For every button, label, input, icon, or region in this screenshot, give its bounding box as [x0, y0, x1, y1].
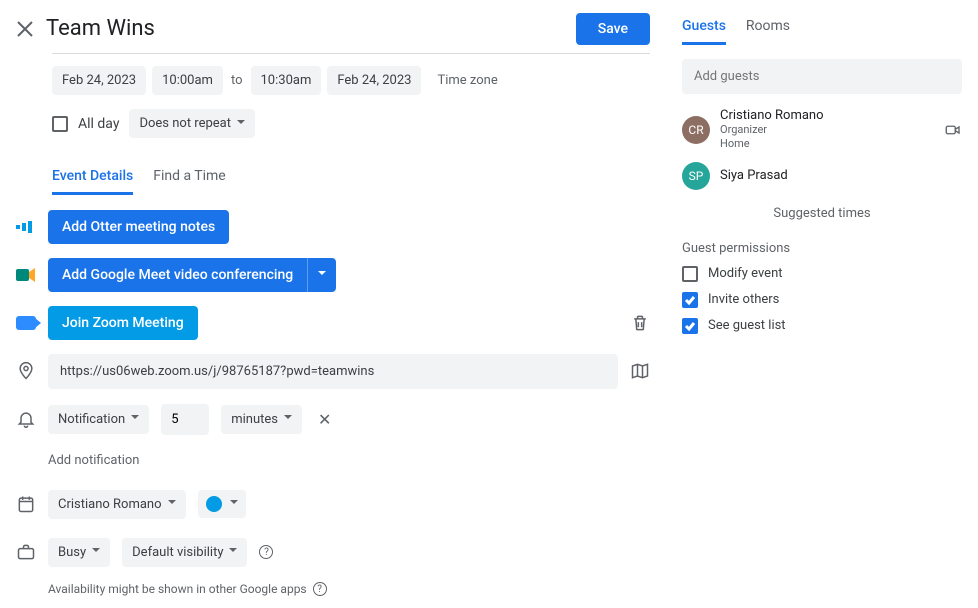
guest-row[interactable]: CR Cristiano Romano Organizer Home — [682, 108, 962, 152]
notification-value-input[interactable] — [161, 404, 209, 435]
end-time-picker[interactable]: 10:30am — [251, 66, 322, 95]
delete-zoom-icon[interactable] — [630, 313, 650, 333]
map-icon[interactable] — [630, 361, 650, 381]
location-icon — [16, 361, 36, 381]
invite-others-checkbox[interactable] — [682, 292, 698, 308]
save-button[interactable]: Save — [576, 13, 650, 45]
calendar-icon — [16, 494, 36, 514]
visibility-dropdown[interactable]: Default visibility — [122, 538, 247, 567]
modify-event-checkbox[interactable] — [682, 266, 698, 282]
close-icon[interactable] — [16, 20, 34, 38]
suggested-times-link[interactable]: Suggested times — [682, 206, 962, 221]
camera-icon — [944, 121, 962, 139]
allday-label: All day — [78, 116, 119, 132]
to-label: to — [229, 73, 245, 88]
allday-checkbox[interactable] — [52, 116, 68, 132]
notification-icon — [16, 409, 36, 429]
remove-notification-icon[interactable]: ✕ — [314, 406, 335, 433]
join-zoom-button[interactable]: Join Zoom Meeting — [48, 306, 198, 340]
add-meet-button[interactable]: Add Google Meet video conferencing — [48, 258, 307, 292]
location-input[interactable] — [48, 354, 618, 389]
event-title-input[interactable] — [46, 12, 564, 45]
guest-name: Cristiano Romano — [720, 108, 934, 123]
zoom-icon — [16, 313, 36, 333]
see-guest-list-checkbox[interactable] — [682, 318, 698, 334]
busy-dropdown[interactable]: Busy — [48, 538, 110, 567]
permissions-title: Guest permissions — [682, 241, 962, 256]
calendar-owner-dropdown[interactable]: Cristiano Romano — [48, 490, 186, 519]
otter-icon — [16, 217, 36, 237]
start-date-picker[interactable]: Feb 24, 2023 — [52, 66, 146, 95]
avatar: SP — [682, 162, 710, 190]
add-notification-link[interactable]: Add notification — [48, 449, 650, 472]
tab-rooms[interactable]: Rooms — [746, 12, 790, 45]
notification-type-dropdown[interactable]: Notification — [48, 405, 149, 434]
invite-others-label: Invite others — [708, 292, 779, 307]
date-time-row: Feb 24, 2023 10:00am to 10:30am Feb 24, … — [52, 66, 650, 95]
guest-row[interactable]: SP Siya Prasad — [682, 162, 962, 190]
guest-role: Organizer — [720, 123, 934, 137]
meet-options-dropdown[interactable] — [307, 258, 336, 292]
timezone-link[interactable]: Time zone — [437, 73, 497, 88]
notification-unit-dropdown[interactable]: minutes — [221, 405, 302, 434]
tab-guests[interactable]: Guests — [682, 12, 726, 45]
availability-note: Availability might be shown in other Goo… — [48, 582, 650, 596]
avatar: CR — [682, 116, 710, 144]
guest-status: Home — [720, 137, 934, 151]
start-time-picker[interactable]: 10:00am — [152, 66, 223, 95]
availability-help-icon[interactable]: ? — [313, 582, 327, 596]
tab-event-details[interactable]: Event Details — [52, 162, 133, 195]
end-date-picker[interactable]: Feb 24, 2023 — [327, 66, 421, 95]
see-guest-list-label: See guest list — [708, 318, 786, 333]
visibility-help-icon[interactable]: ? — [259, 545, 273, 559]
guest-name: Siya Prasad — [720, 168, 962, 183]
add-otter-button[interactable]: Add Otter meeting notes — [48, 210, 229, 244]
meet-icon — [16, 265, 36, 285]
add-guests-input[interactable] — [682, 59, 962, 94]
event-color-picker[interactable] — [198, 490, 246, 518]
modify-event-label: Modify event — [708, 266, 783, 281]
tab-find-time[interactable]: Find a Time — [153, 162, 226, 195]
briefcase-icon — [16, 542, 36, 562]
repeat-dropdown[interactable]: Does not repeat — [129, 109, 255, 138]
